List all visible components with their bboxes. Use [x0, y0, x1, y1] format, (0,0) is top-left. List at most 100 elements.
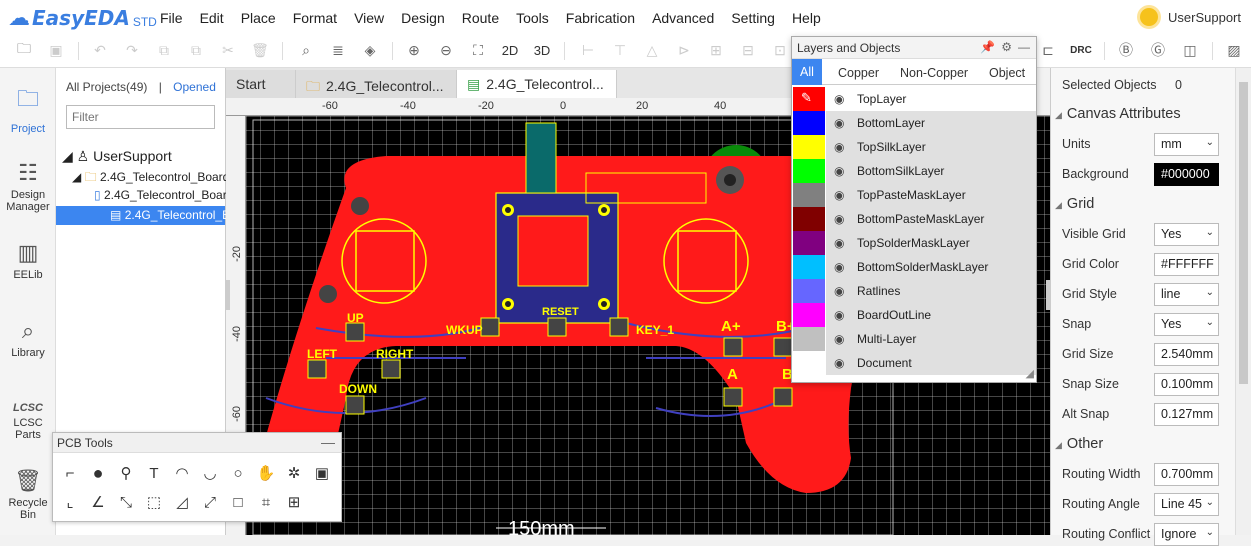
sidebar-item-recycle-bin[interactable]: 🗑 Recycle Bin [0, 468, 56, 521]
canvas-origin-icon[interactable]: ⊞ [283, 491, 305, 513]
menu-setting[interactable]: Setting [731, 10, 775, 26]
copy-icon[interactable]: ⧉ [152, 39, 176, 61]
routing-angle-select[interactable]: Line 45 ⌄ [1154, 493, 1219, 516]
snap-size-input[interactable]: 0.100mm [1154, 373, 1219, 396]
alt-snap-input[interactable]: 0.127mm [1154, 403, 1219, 426]
layer-color-swatch[interactable] [793, 159, 825, 183]
user-menu[interactable]: UserSupport [1140, 8, 1241, 26]
text-icon[interactable]: T [143, 462, 165, 484]
view-3d-button[interactable]: 3D [529, 39, 555, 61]
resize-grip-icon[interactable]: ◢ [1026, 367, 1034, 380]
layer-color-swatch[interactable] [793, 351, 825, 375]
menu-route[interactable]: Route [462, 10, 499, 26]
layer-color-swatch[interactable] [793, 327, 825, 351]
menu-view[interactable]: View [354, 10, 384, 26]
align-icon[interactable]: ⊤ [608, 39, 632, 61]
layer-row[interactable]: ◉ BottomLayer [792, 111, 1036, 135]
eye-icon[interactable]: ◉ [834, 308, 844, 322]
search-icon[interactable]: ⌕ [294, 39, 318, 61]
units-select[interactable]: mm ⌄ [1154, 133, 1219, 156]
filter-input[interactable] [66, 105, 215, 129]
cut-icon[interactable]: ✂ [216, 39, 240, 61]
align-left-icon[interactable]: ⊢ [576, 39, 600, 61]
sidebar-item-design-manager[interactable]: ☷ Design Manager [0, 160, 56, 213]
find-list-icon[interactable]: ≣ [326, 39, 350, 61]
menu-design[interactable]: Design [401, 10, 445, 26]
layer-row[interactable]: ◉ TopSolderMaskLayer [792, 231, 1036, 255]
solid-region-icon[interactable]: ◿ [171, 491, 193, 513]
layers-panel-header[interactable]: Layers and Objects 📌 ⚙ — [792, 37, 1036, 59]
grid-size-input[interactable]: 2.540mm [1154, 343, 1219, 366]
menu-tools[interactable]: Tools [516, 10, 549, 26]
eye-icon[interactable]: ◉ [834, 212, 844, 226]
tab-pcb[interactable]: ▤ 2.4G_Telecontrol... [457, 70, 617, 98]
layer-color-swatch[interactable]: ✎ [793, 87, 825, 111]
track-icon[interactable]: ⌐ [59, 462, 81, 484]
layer-color-swatch[interactable] [793, 207, 825, 231]
gear-icon[interactable]: ⚙ [1001, 40, 1012, 54]
flip-icon[interactable]: △ [640, 39, 664, 61]
zoom-out-icon[interactable]: ⊖ [434, 39, 458, 61]
fabrication-icon[interactable]: ◫ [1178, 39, 1202, 61]
sidebar-item-lcsc-parts[interactable]: LCSC LCSC Parts [0, 402, 56, 441]
tree-schematic-node[interactable]: ▯ 2.4G_Telecontrol_Board [94, 188, 233, 202]
measure-icon[interactable]: ⤢ [199, 491, 221, 513]
layer-row[interactable]: ◉ Multi-Layer [792, 327, 1036, 351]
menu-fabrication[interactable]: Fabrication [566, 10, 635, 26]
layer-row[interactable]: ◉ Document [792, 351, 1036, 375]
eye-icon[interactable]: ◉ [834, 284, 844, 298]
snap-select[interactable]: Yes ⌄ [1154, 313, 1219, 336]
routing-width-input[interactable]: 0.700mm [1154, 463, 1219, 486]
redo-icon[interactable]: ↷ [120, 39, 144, 61]
copper-area-icon[interactable]: ✲ [283, 462, 305, 484]
eye-icon[interactable]: ◉ [834, 164, 844, 178]
layer-row[interactable]: ◉ BottomPasteMaskLayer [792, 207, 1036, 231]
collapse-triangle-icon[interactable]: ◢ [62, 148, 73, 164]
tree-user-node[interactable]: ◢ ♙ UserSupport [62, 148, 172, 165]
opened-tab[interactable]: Opened [173, 80, 216, 94]
layer-color-swatch[interactable] [793, 231, 825, 255]
layer-row[interactable]: ✎ ◉ TopLayer [792, 87, 1036, 111]
layer-color-swatch[interactable] [793, 135, 825, 159]
tab-object[interactable]: Object [984, 64, 1030, 82]
dimension-icon[interactable]: ⌞ [59, 491, 81, 513]
drc-button[interactable]: DRC [1068, 39, 1094, 61]
layer-row[interactable]: ◉ Ratlines [792, 279, 1036, 303]
rect-select-icon[interactable]: ⬚ [143, 491, 165, 513]
delete-icon[interactable]: 🗑 [248, 39, 272, 61]
pcb-tools-header[interactable]: PCB Tools — [53, 433, 341, 453]
rectangle-icon[interactable]: □ [227, 491, 249, 513]
tree-project-node[interactable]: ◢ 🗀 2.4G_Telecontrol_Board [72, 168, 229, 189]
right-splitter[interactable] [1046, 280, 1051, 310]
other-section[interactable]: ◢ Other [1055, 436, 1103, 452]
gerber-icon[interactable]: Ⓖ [1146, 39, 1170, 61]
layer-row[interactable]: ◉ TopPasteMaskLayer [792, 183, 1036, 207]
sidebar-item-eelib[interactable]: ▥ EELib [0, 240, 56, 281]
left-splitter[interactable] [225, 280, 230, 310]
layer-color-swatch[interactable] [793, 255, 825, 279]
angle-icon[interactable]: ∠ [87, 491, 109, 513]
circle-icon[interactable]: ○ [227, 462, 249, 484]
layer-color-swatch[interactable] [793, 279, 825, 303]
minimize-icon[interactable]: — [321, 434, 335, 450]
eye-icon[interactable]: ◉ [834, 92, 844, 106]
eye-icon[interactable]: ◉ [834, 140, 844, 154]
background-input[interactable]: #000000 [1154, 163, 1219, 186]
tab-non-copper[interactable]: Non-Copper [895, 64, 973, 82]
layer-color-swatch[interactable] [793, 111, 825, 135]
arrange-icon[interactable]: ⊟ [736, 39, 760, 61]
open-folder-icon[interactable]: 🗀 [12, 39, 36, 61]
easyeda-logo[interactable]: ☁ EasyEDA STD [8, 4, 157, 32]
tab-all[interactable]: All [792, 59, 822, 85]
arc-icon[interactable]: ◠ [171, 462, 193, 484]
menu-advanced[interactable]: Advanced [652, 10, 714, 26]
properties-scrollbar[interactable] [1235, 68, 1251, 535]
layers-icon[interactable]: ◈ [358, 39, 382, 61]
visible-grid-select[interactable]: Yes ⌄ [1154, 223, 1219, 246]
scrollbar-thumb[interactable] [1239, 82, 1248, 384]
view-2d-button[interactable]: 2D [497, 39, 523, 61]
grid-style-select[interactable]: line ⌄ [1154, 283, 1219, 306]
distribute-icon[interactable]: ⊞ [704, 39, 728, 61]
eye-icon[interactable]: ◉ [834, 356, 844, 370]
menu-place[interactable]: Place [241, 10, 276, 26]
